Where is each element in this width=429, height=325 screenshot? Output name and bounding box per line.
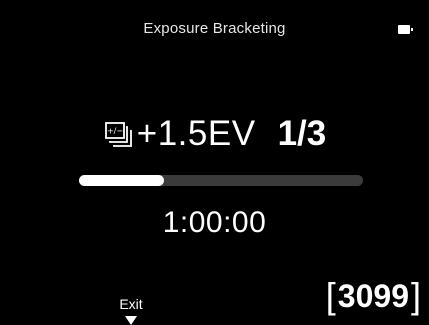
shots-remaining-count: 3099 (337, 277, 409, 314)
screen-title: Exposure Bracketing (143, 20, 286, 37)
frame-count: 1/3 (277, 114, 327, 153)
shots-bracket-close: ] (410, 275, 421, 316)
ev-value: +1.5EV (136, 114, 256, 153)
shots-remaining: [ 3099 ] (326, 276, 421, 316)
battery-icon (398, 25, 414, 34)
exposure-bracket-icon: +/− (104, 122, 132, 147)
shots-bracket-open: [ (325, 275, 336, 316)
timer: 1:00:00 (162, 206, 267, 239)
triangle-down-icon[interactable] (125, 316, 137, 325)
camera-screen: Exposure Bracketing +/− +1.5EV 1/3 1:00:… (0, 0, 429, 325)
exit-button[interactable]: Exit (112, 296, 150, 312)
progress-fill (79, 175, 165, 186)
svg-text:+/−: +/− (107, 127, 123, 136)
progress-bar (79, 175, 363, 186)
ev-row: +/− +1.5EV 1/3 (0, 112, 429, 156)
